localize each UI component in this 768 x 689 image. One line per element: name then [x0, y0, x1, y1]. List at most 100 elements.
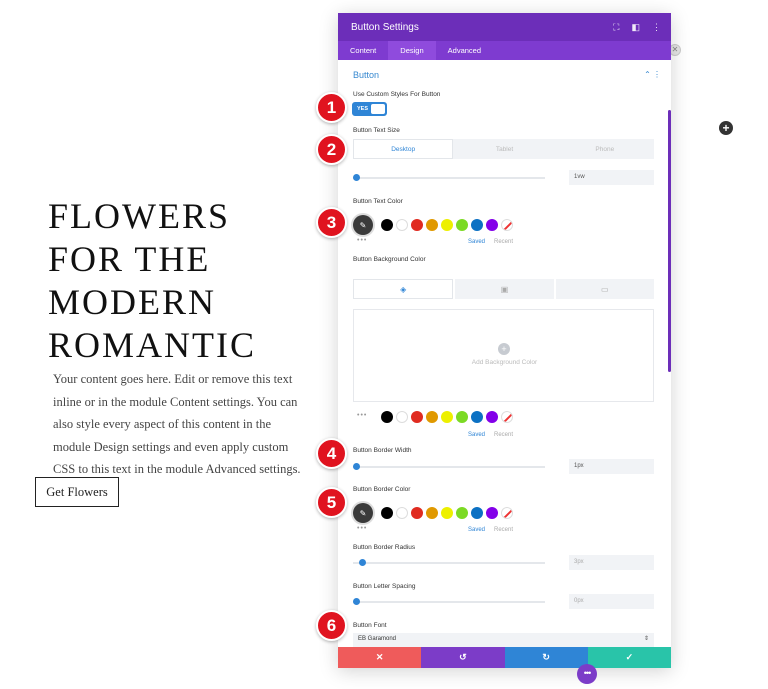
cancel-button[interactable]: ✕ [338, 647, 422, 668]
border-color-swatches [381, 507, 513, 519]
swatch-red[interactable] [411, 507, 423, 519]
swatch-white[interactable] [396, 411, 408, 423]
modal-footer: ✕ ↺ ↻ ✓ [338, 647, 671, 668]
text-size-label: Button Text Size [353, 127, 400, 134]
add-plus-icon[interactable]: + [498, 343, 510, 355]
tab-tablet[interactable]: Tablet [455, 139, 554, 159]
button-settings-modal: Button Settings ⛶ ◧ ⋮ Content Design Adv… [338, 13, 671, 668]
recent-tab[interactable]: Recent [494, 432, 513, 438]
swatch-green[interactable] [456, 219, 468, 231]
letter-spacing-slider[interactable] [353, 597, 545, 607]
text-color-swatches [381, 219, 513, 231]
swatch-purple[interactable] [486, 411, 498, 423]
section-collapse-icon[interactable]: ⌃ ⋮ [644, 70, 661, 79]
swatch-red[interactable] [411, 219, 423, 231]
border-width-input[interactable]: 1px [569, 459, 654, 474]
swatch-white[interactable] [396, 507, 408, 519]
annotation-badge-2: 2 [316, 134, 347, 165]
swatch-black[interactable] [381, 507, 393, 519]
swatch-black[interactable] [381, 411, 393, 423]
slider-handle[interactable] [353, 598, 360, 605]
border-radius-input[interactable]: 3px [569, 555, 654, 570]
swatch-yellow[interactable] [441, 411, 453, 423]
saved-tab[interactable]: Saved [468, 527, 485, 533]
section-title[interactable]: Button [353, 70, 379, 80]
bg-color-label: Button Background Color [353, 256, 426, 263]
add-bg-color-area[interactable]: + Add Background Color [353, 309, 654, 402]
swatch-orange[interactable] [426, 219, 438, 231]
letter-spacing-input[interactable]: 0px [569, 594, 654, 609]
swatch-red[interactable] [411, 411, 423, 423]
palette-more-icon[interactable]: ••• [357, 237, 367, 244]
text-size-slider[interactable] [353, 173, 545, 183]
tab-advanced[interactable]: Advanced [436, 41, 493, 60]
swatch-none-icon[interactable] [501, 507, 513, 519]
slider-handle[interactable] [359, 559, 366, 566]
bg-video-tab-icon[interactable]: ▭ [555, 279, 654, 299]
sidebar-icon[interactable]: ◧ [631, 22, 640, 33]
swatch-none-icon[interactable] [501, 219, 513, 231]
letter-spacing-label: Button Letter Spacing [353, 583, 416, 590]
swatch-purple[interactable] [486, 219, 498, 231]
tab-content[interactable]: Content [338, 41, 388, 60]
modal-header: Button Settings ⛶ ◧ ⋮ [338, 13, 671, 41]
font-label: Button Font [353, 622, 387, 629]
bg-image-tab-icon[interactable]: ▣ [455, 279, 554, 299]
scrollbar[interactable] [668, 110, 671, 372]
swatch-none-icon[interactable] [501, 411, 513, 423]
swatch-green[interactable] [456, 507, 468, 519]
swatch-orange[interactable] [426, 507, 438, 519]
stage: FLOWERS FOR THE MODERN ROMANTIC Your con… [0, 0, 768, 689]
border-width-label: Button Border Width [353, 447, 412, 454]
modal-title: Button Settings [351, 21, 419, 33]
tab-design[interactable]: Design [388, 41, 436, 60]
tab-desktop[interactable]: Desktop [353, 139, 454, 159]
tab-phone[interactable]: Phone [555, 139, 654, 159]
swatch-yellow[interactable] [441, 219, 453, 231]
swatch-orange[interactable] [426, 411, 438, 423]
save-button[interactable]: ✓ [587, 647, 671, 668]
redo-button[interactable]: ↻ [504, 647, 588, 668]
bg-color-tab-icon[interactable]: ◈ [353, 279, 454, 299]
add-bg-color-text: Add Background Color [471, 359, 538, 366]
border-width-slider[interactable] [353, 462, 545, 472]
eyedropper-icon[interactable]: ✎ [353, 503, 373, 523]
border-color-label: Button Border Color [353, 486, 411, 493]
eyedropper-icon[interactable]: ✎ [353, 215, 373, 235]
slider-handle[interactable] [353, 463, 360, 470]
swatch-white[interactable] [396, 219, 408, 231]
more-icon[interactable]: ⋮ [652, 22, 661, 33]
palette-more-icon[interactable]: ••• [357, 525, 367, 532]
get-flowers-button[interactable]: Get Flowers [35, 477, 119, 507]
swatch-green[interactable] [456, 411, 468, 423]
swatch-blue[interactable] [471, 219, 483, 231]
swatch-yellow[interactable] [441, 507, 453, 519]
border-radius-slider[interactable] [353, 558, 545, 568]
bg-type-tabs: ◈ ▣ ▭ [353, 279, 654, 299]
toggle-text: YES [357, 106, 369, 112]
add-section-plus-icon[interactable]: + [719, 121, 733, 135]
use-custom-label: Use Custom Styles For Button [353, 91, 441, 98]
recent-tab[interactable]: Recent [494, 239, 513, 245]
saved-tab[interactable]: Saved [468, 432, 485, 438]
device-tabs: Desktop Tablet Phone [353, 139, 654, 159]
page-settings-more-icon[interactable]: ••• [577, 664, 597, 684]
font-select[interactable]: EB Garamond ⇕ [353, 633, 654, 647]
swatch-blue[interactable] [471, 507, 483, 519]
bg-palette-more-icon[interactable]: ••• [357, 412, 367, 419]
annotation-badge-1: 1 [316, 92, 347, 123]
body-text: Your content goes here. Edit or remove t… [53, 372, 301, 476]
recent-tab[interactable]: Recent [494, 527, 513, 533]
border-radius-label: Button Border Radius [353, 544, 416, 551]
swatch-blue[interactable] [471, 411, 483, 423]
text-size-input[interactable]: 1vw [569, 170, 654, 185]
fullscreen-icon[interactable]: ⛶ [613, 22, 619, 33]
swatch-black[interactable] [381, 219, 393, 231]
undo-button[interactable]: ↺ [421, 647, 505, 668]
saved-tab[interactable]: Saved [468, 239, 485, 245]
slider-handle[interactable] [353, 174, 360, 181]
swatch-purple[interactable] [486, 507, 498, 519]
annotation-badge-6: 6 [316, 610, 347, 641]
text-color-label: Button Text Color [353, 198, 403, 205]
custom-styles-toggle[interactable]: YES [352, 102, 387, 116]
